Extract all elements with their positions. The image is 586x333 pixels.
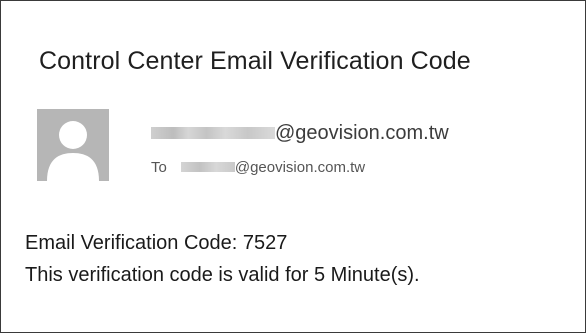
recipient-name-redacted — [180, 162, 235, 172]
recipient-line: To @geovision.com.tw — [151, 157, 365, 177]
email-preview-pane: Control Center Email Verification Code @… — [0, 0, 586, 333]
recipient-domain[interactable]: @geovision.com.tw — [235, 159, 365, 176]
email-subject: Control Center Email Verification Code — [39, 47, 471, 75]
sender-domain: @geovision.com.tw — [275, 121, 449, 144]
to-label: To — [151, 158, 167, 176]
sender-name-redacted — [151, 127, 275, 139]
sender-address[interactable]: @geovision.com.tw — [151, 121, 449, 145]
sender-avatar — [37, 109, 109, 181]
verification-code-text: Email Verification Code: 7527 — [25, 232, 288, 254]
validity-text: This verification code is valid for 5 Mi… — [25, 264, 420, 286]
person-silhouette-icon — [47, 121, 99, 181]
